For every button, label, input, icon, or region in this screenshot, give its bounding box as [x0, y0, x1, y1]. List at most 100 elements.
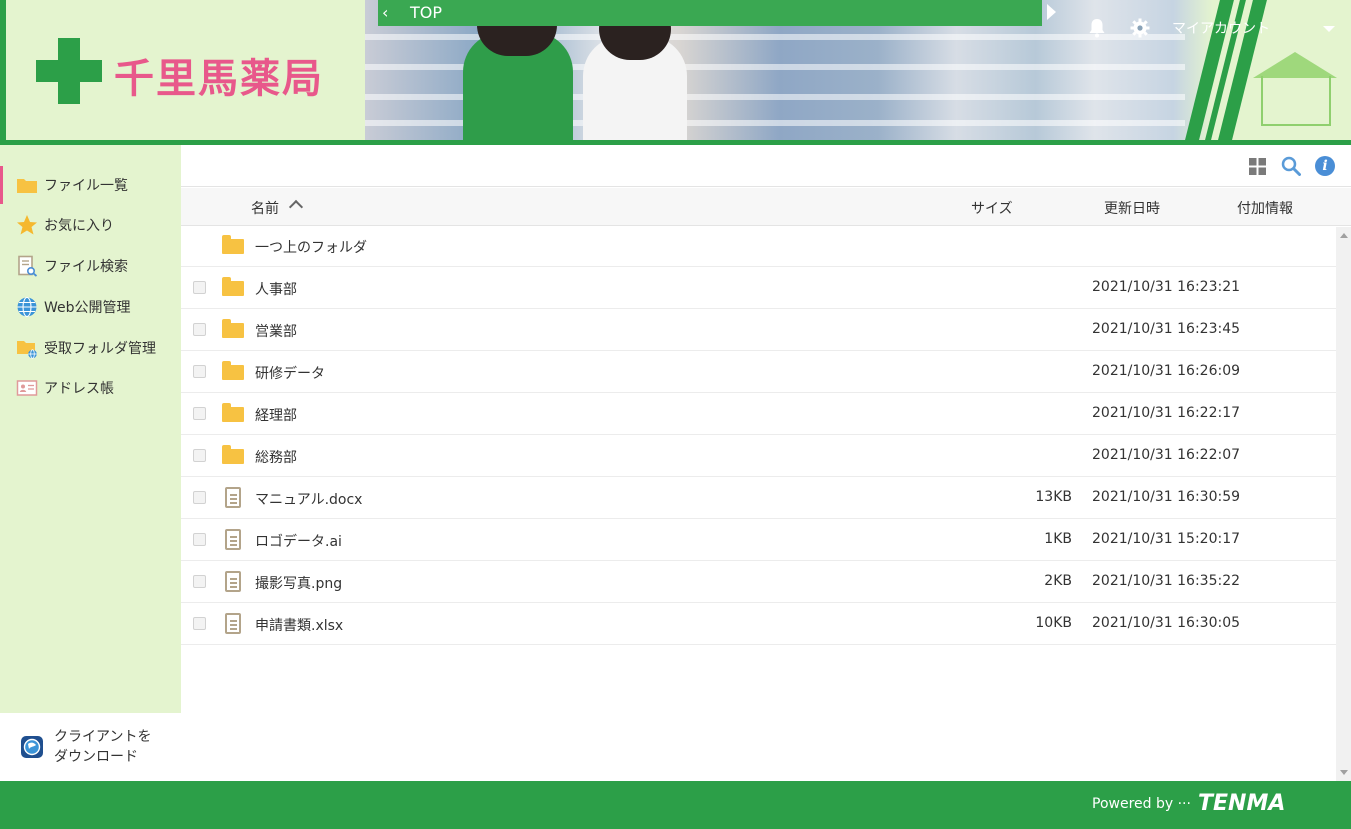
breadcrumb-top[interactable]: TOP [410, 3, 442, 22]
folder-icon [222, 277, 244, 298]
column-header-name[interactable]: 名前 [251, 198, 279, 218]
receive-folder-icon [16, 337, 38, 359]
table-row[interactable]: 営業部 2021/10/31 16:23:45 [181, 309, 1336, 351]
sort-ascending-icon[interactable] [288, 199, 304, 215]
table-row[interactable]: 撮影写真.png 2KB 2021/10/31 16:35:22 [181, 561, 1336, 603]
table-row[interactable]: 研修データ 2021/10/31 16:26:09 [181, 351, 1336, 393]
sidebar-item-label: ファイル一覧 [44, 178, 128, 194]
file-list-panel: i 名前 サイズ 更新日時 付加情報 一つ上のフォルダ 人事部 2021/10/… [181, 145, 1351, 781]
folder-icon [222, 403, 244, 424]
folder-icon [16, 174, 38, 196]
row-name[interactable]: ロゴデータ.ai [255, 531, 342, 551]
forward-arrow-icon[interactable] [1047, 4, 1056, 20]
file-icon [222, 529, 244, 550]
file-search-icon [16, 255, 38, 277]
row-modified: 2021/10/31 16:26:09 [1092, 363, 1241, 379]
sidebar-item-label: アドレス帳 [44, 381, 114, 397]
pharmacy-cross-logo-icon [36, 38, 102, 104]
folder-icon [222, 361, 244, 382]
column-header-modified[interactable]: 更新日時 [1104, 198, 1160, 218]
download-client-line2: ダウンロード [54, 749, 138, 765]
globe-icon [16, 296, 38, 318]
sidebar-item-address-book[interactable]: アドレス帳 [0, 369, 181, 407]
scroll-down-arrow-icon[interactable] [1340, 770, 1348, 775]
row-modified: 2021/10/31 16:30:59 [1092, 489, 1241, 505]
grid-view-icon[interactable] [1249, 158, 1266, 175]
row-checkbox[interactable] [193, 281, 206, 294]
column-header-extra[interactable]: 付加情報 [1237, 198, 1293, 218]
back-arrow-icon[interactable]: ‹ [382, 4, 392, 22]
file-icon [222, 487, 244, 508]
row-name[interactable]: 総務部 [255, 447, 297, 467]
row-size: 2KB [1044, 573, 1072, 589]
row-modified: 2021/10/31 16:23:45 [1092, 321, 1241, 337]
toolbar: i [181, 145, 1351, 187]
row-size: 1KB [1044, 531, 1072, 547]
row-checkbox[interactable] [193, 449, 206, 462]
table-row[interactable]: 経理部 2021/10/31 16:22:17 [181, 393, 1336, 435]
download-client-button[interactable]: クライアントを ダウンロード [0, 713, 181, 781]
row-name[interactable]: 人事部 [255, 279, 297, 299]
row-modified: 2021/10/31 16:35:22 [1092, 573, 1241, 589]
row-checkbox[interactable] [193, 491, 206, 504]
sidebar-item-file-list[interactable]: ファイル一覧 [0, 166, 181, 204]
logo-area[interactable]: 千里馬薬局 [0, 0, 365, 140]
download-client-label: クライアントを ダウンロード [54, 727, 151, 767]
sidebar-item-label: 受取フォルダ管理 [44, 341, 156, 357]
sidebar-item-web-publish[interactable]: Web公開管理 [0, 288, 181, 326]
row-checkbox[interactable] [193, 407, 206, 420]
info-icon[interactable]: i [1315, 156, 1335, 176]
table-row[interactable]: ロゴデータ.ai 1KB 2021/10/31 15:20:17 [181, 519, 1336, 561]
row-name[interactable]: マニュアル.docx [255, 489, 362, 509]
row-checkbox[interactable] [193, 575, 206, 588]
footer: Powered by ··· TENMA [0, 781, 1351, 829]
parent-folder-row[interactable]: 一つ上のフォルダ [181, 227, 1336, 267]
folder-icon [222, 319, 244, 340]
powered-by-label: Powered by ··· [1092, 796, 1191, 812]
column-header-size[interactable]: サイズ [971, 198, 1013, 218]
sidebar-item-file-search[interactable]: ファイル検索 [0, 247, 181, 285]
row-name[interactable]: 申請書類.xlsx [255, 615, 343, 635]
sidebar-item-label: ファイル検索 [44, 259, 128, 275]
table-row[interactable]: 申請書類.xlsx 10KB 2021/10/31 16:30:05 [181, 603, 1336, 645]
row-size: 13KB [1035, 489, 1072, 505]
client-download-icon [21, 736, 43, 758]
row-name[interactable]: 経理部 [255, 405, 297, 425]
row-checkbox[interactable] [193, 617, 206, 630]
table-row[interactable]: 総務部 2021/10/31 16:22:07 [181, 435, 1336, 477]
scroll-up-arrow-icon[interactable] [1340, 233, 1348, 238]
chevron-down-icon[interactable] [1323, 26, 1335, 32]
file-icon [222, 613, 244, 634]
tenma-brand-logo[interactable]: TENMA [1198, 791, 1285, 816]
table-row[interactable]: 人事部 2021/10/31 16:23:21 [181, 267, 1336, 309]
my-account-menu[interactable]: マイアカウント [1172, 18, 1270, 38]
breadcrumb-bar [378, 0, 1042, 26]
row-name[interactable]: 研修データ [255, 363, 325, 383]
row-name[interactable]: 撮影写真.png [255, 573, 342, 593]
sidebar-item-favorites[interactable]: お気に入り [0, 206, 181, 244]
row-checkbox[interactable] [193, 323, 206, 336]
file-icon [222, 571, 244, 592]
file-list: 一つ上のフォルダ 人事部 2021/10/31 16:23:21 営業部 202… [181, 227, 1336, 781]
row-modified: 2021/10/31 16:22:17 [1092, 405, 1241, 421]
sidebar-item-label: Web公開管理 [44, 300, 131, 316]
download-client-line1: クライアントを [54, 729, 152, 745]
bell-icon[interactable] [1088, 18, 1106, 38]
row-checkbox[interactable] [193, 365, 206, 378]
sidebar-item-receive-folder[interactable]: 受取フォルダ管理 [0, 329, 181, 367]
row-checkbox[interactable] [193, 533, 206, 546]
folder-icon [222, 235, 244, 256]
row-modified: 2021/10/31 16:23:21 [1092, 279, 1241, 295]
sidebar-item-label: お気に入り [44, 218, 114, 234]
vertical-scrollbar[interactable] [1336, 227, 1351, 781]
row-size: 10KB [1035, 615, 1072, 631]
list-header: 名前 サイズ 更新日時 付加情報 [181, 188, 1351, 226]
sidebar: ファイル一覧 お気に入り ファイル検索 Web公開管理 受取フォルダ管理 アドレ… [0, 145, 181, 781]
header: 千里馬薬局 ‹ TOP マイアカウント [0, 0, 1351, 145]
row-name[interactable]: 営業部 [255, 321, 297, 341]
row-modified: 2021/10/31 15:20:17 [1092, 531, 1241, 547]
search-icon[interactable] [1281, 156, 1301, 176]
gear-icon[interactable] [1130, 18, 1150, 38]
logo-text: 千里馬薬局 [114, 56, 324, 102]
table-row[interactable]: マニュアル.docx 13KB 2021/10/31 16:30:59 [181, 477, 1336, 519]
